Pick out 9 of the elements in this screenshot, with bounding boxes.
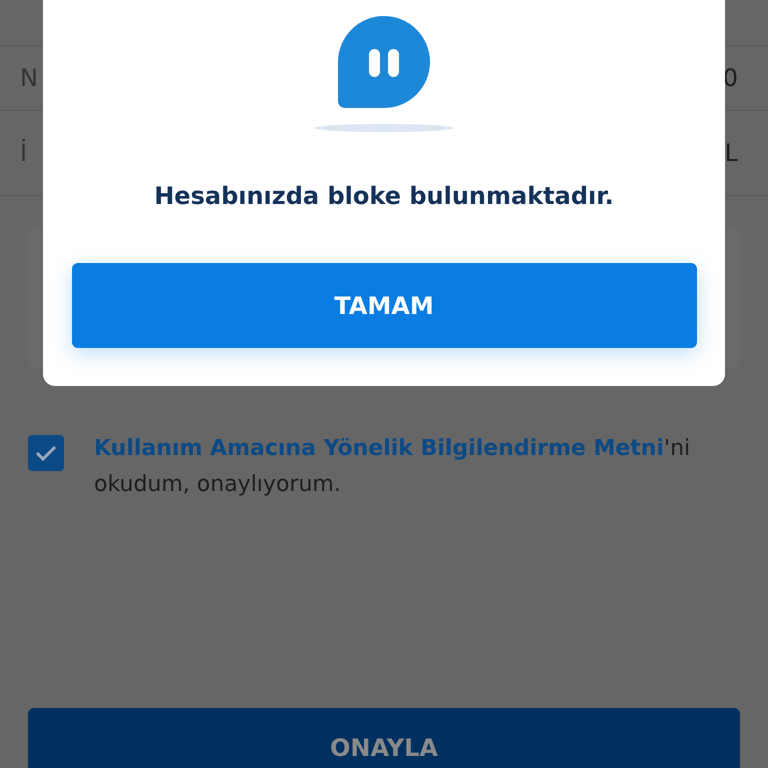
- confirm-button[interactable]: ONAYLA: [28, 708, 740, 768]
- ok-button[interactable]: TAMAM: [72, 263, 696, 348]
- row-value: L: [724, 139, 738, 167]
- pause-bubble-icon: [338, 16, 430, 108]
- dialog-message: Hesabınızda bloke bulunmaktadır.: [154, 182, 614, 210]
- check-icon: [35, 444, 57, 462]
- consent-text: Kullanım Amacına Yönelik Bilgilendirme Metni'ni okudum, onaylıyorum.: [94, 435, 692, 499]
- checkbox[interactable]: [28, 435, 64, 471]
- row-value: 0: [722, 64, 738, 92]
